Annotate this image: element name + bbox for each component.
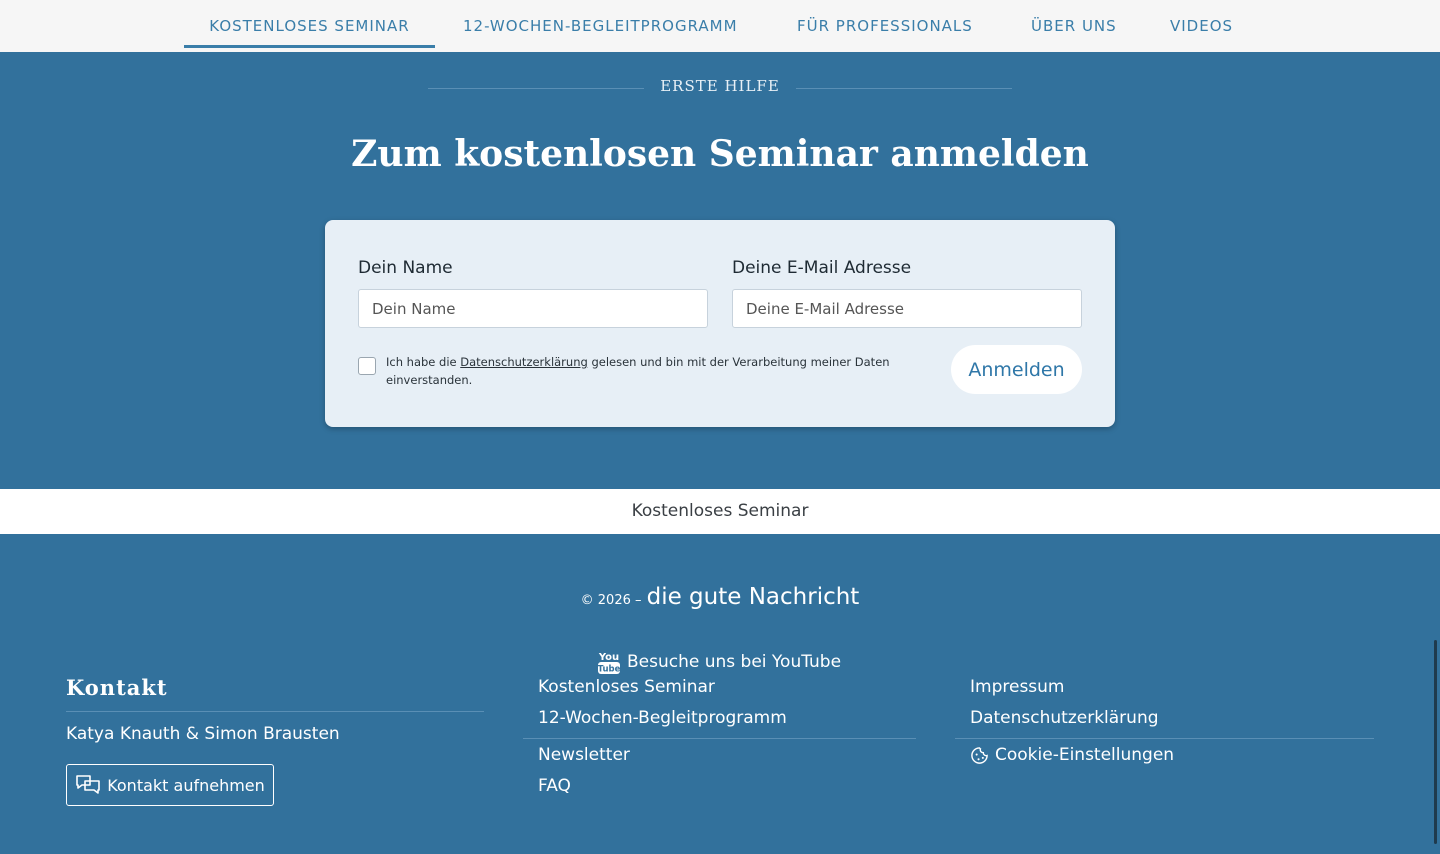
contact-heading: Kontakt xyxy=(66,675,168,700)
cookie-settings-label: Cookie-Einstellungen xyxy=(995,745,1175,765)
section-eyebrow: ERSTE HILFE xyxy=(660,77,780,95)
contact-names: Katya Knauth & Simon Brausten xyxy=(66,724,340,744)
footer-link-12-wochen-begleitprogramm[interactable]: 12-Wochen-Begleitprogramm xyxy=(538,708,787,728)
contact-button-label: Kontakt aufnehmen xyxy=(107,775,265,795)
footer-link-kostenloses-seminar[interactable]: Kostenloses Seminar xyxy=(538,677,715,697)
copyright-year: © 2026 – xyxy=(580,593,642,608)
svg-text:Tube: Tube xyxy=(598,665,621,675)
nav-12-wochen-begleitprogramm[interactable]: 12-WOCHEN-BEGLEITPROGRAMM xyxy=(463,0,738,48)
youtube-icon: You Tube xyxy=(598,652,621,675)
page-title: Zum kostenlosen Seminar anmelden xyxy=(351,133,1089,175)
consent-prefix: Ich habe die xyxy=(386,355,461,369)
youtube-link[interactable]: You Tube Besuche uns bei YouTube xyxy=(597,648,841,676)
youtube-label: Besuche uns bei YouTube xyxy=(627,652,842,672)
breadcrumb: Kostenloses Seminar xyxy=(0,489,1440,534)
copyright: © 2026 – die gute Nachricht xyxy=(0,584,1440,610)
footer-link-impressum[interactable]: Impressum xyxy=(970,677,1065,697)
footer-link-datenschutzerklaerung[interactable]: Datenschutzerklärung xyxy=(970,708,1159,728)
name-input[interactable] xyxy=(358,289,708,328)
breadcrumb-current: Kostenloses Seminar xyxy=(631,501,809,521)
email-label: Deine E-Mail Adresse xyxy=(732,258,912,278)
consent-checkbox[interactable] xyxy=(358,357,376,375)
top-navigation: KOSTENLOSES SEMINAR 12-WOCHEN-BEGLEITPRO… xyxy=(0,0,1440,52)
privacy-policy-link[interactable]: Datenschutzerklärung xyxy=(460,355,588,369)
name-label: Dein Name xyxy=(358,258,453,278)
eyebrow-divider-right xyxy=(796,88,1012,89)
cookie-settings-link[interactable]: Cookie-Einstellungen xyxy=(970,745,1174,765)
nav-kostenloses-seminar[interactable]: KOSTENLOSES SEMINAR xyxy=(184,0,435,48)
email-input[interactable] xyxy=(732,289,1082,328)
footer-link-newsletter[interactable]: Newsletter xyxy=(538,745,630,765)
svg-text:You: You xyxy=(598,652,619,663)
consent-text: Ich habe die Datenschutzerklärung gelese… xyxy=(386,353,906,389)
submit-button[interactable]: Anmelden xyxy=(951,345,1082,394)
nav-ueber-uns[interactable]: ÜBER UNS xyxy=(1031,0,1117,48)
contact-button[interactable]: Kontakt aufnehmen xyxy=(66,764,274,806)
signup-form: Dein Name Deine E-Mail Adresse Ich habe … xyxy=(325,220,1115,427)
middle-column-divider xyxy=(523,738,916,739)
contact-divider xyxy=(66,711,484,712)
nav-fuer-professionals[interactable]: FÜR PROFESSIONALS xyxy=(797,0,973,48)
right-column-divider xyxy=(955,738,1374,739)
cookie-icon xyxy=(971,746,988,764)
nav-videos[interactable]: VIDEOS xyxy=(1170,0,1233,48)
page-scrollbar[interactable] xyxy=(1434,640,1437,844)
footer-link-faq[interactable]: FAQ xyxy=(538,776,571,796)
chat-bubbles-icon xyxy=(76,775,100,794)
brand-link[interactable]: die gute Nachricht xyxy=(647,584,860,610)
